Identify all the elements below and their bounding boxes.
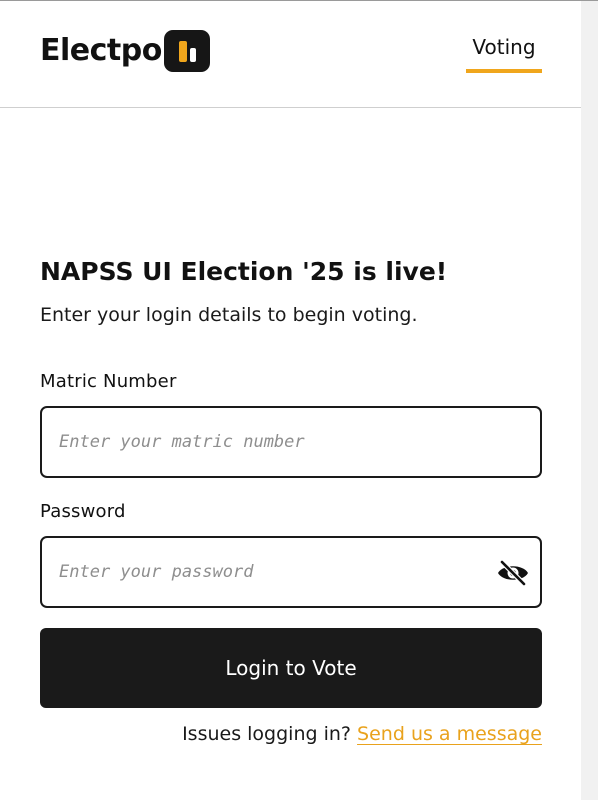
help-prompt: Issues logging in?	[182, 723, 351, 745]
matric-number-field-box	[40, 406, 542, 478]
login-page: Electpo Voting NAPSS UI Election '25 is …	[0, 0, 598, 800]
page-subtitle: Enter your login details to begin voting…	[40, 304, 418, 326]
page-title: NAPSS UI Election '25 is live!	[40, 257, 448, 286]
brand-logo[interactable]: Electpo	[40, 30, 210, 72]
password-field-box	[40, 536, 542, 608]
help-row: Issues logging in? Send us a message	[40, 723, 542, 745]
matric-number-input[interactable]	[42, 408, 540, 476]
send-message-link[interactable]: Send us a message	[357, 723, 542, 745]
nav-voting-link[interactable]: Voting	[466, 35, 542, 73]
logo-bars-icon	[163, 30, 210, 72]
scrollbar-track[interactable]	[581, 1, 598, 800]
top-header: Electpo Voting	[0, 1, 581, 108]
password-label: Password	[40, 501, 126, 522]
matric-number-label: Matric Number	[40, 371, 177, 392]
password-input[interactable]	[42, 538, 540, 606]
eye-slash-icon[interactable]	[496, 558, 530, 588]
logo-text: Electpo	[40, 33, 162, 68]
login-to-vote-button[interactable]: Login to Vote	[40, 628, 542, 708]
